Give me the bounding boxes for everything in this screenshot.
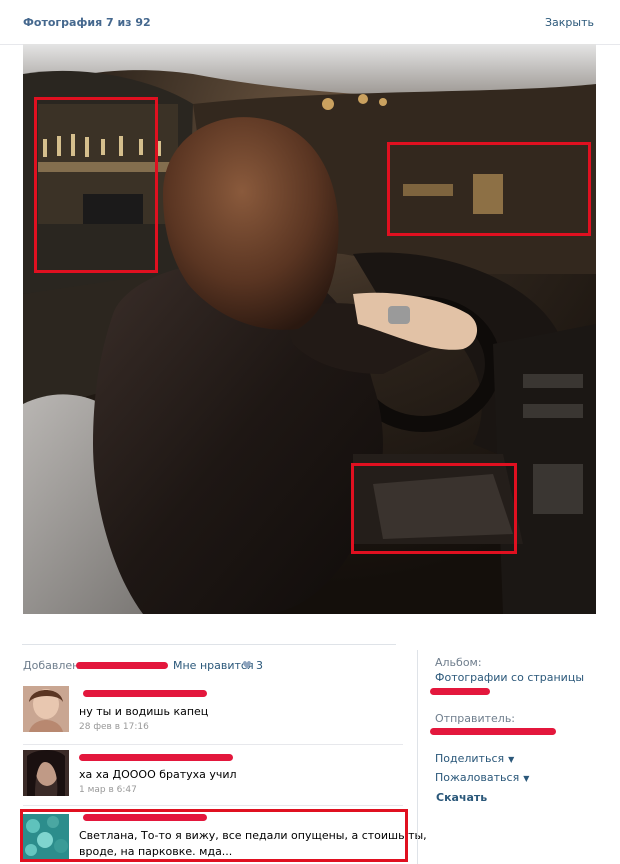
avatar-image [23, 686, 69, 732]
comment-item: ха ха ДОООО братуха учил 1 мар в 6:47 [23, 750, 403, 800]
photo-counter-title: Фотография 7 из 92 [23, 16, 151, 29]
report-button[interactable]: Пожаловаться ▼ [435, 771, 529, 784]
download-link[interactable]: Скачать [436, 791, 487, 804]
close-link[interactable]: Закрыть [545, 16, 594, 29]
album-label: Альбом: [435, 656, 482, 669]
comment-text: ха ха ДОООО братуха учил [79, 768, 237, 781]
highlight-box-pedals [351, 463, 517, 554]
highlight-box-windshield [387, 142, 591, 236]
comment-divider [23, 805, 403, 806]
redacted-name [79, 754, 233, 761]
like-count: 3 [256, 659, 263, 672]
comment-date[interactable]: 28 фев в 17:16 [79, 722, 149, 732]
redacted-author [76, 662, 168, 669]
avatar-image [23, 750, 69, 796]
avatar[interactable] [23, 750, 69, 796]
sidebar-divider [417, 650, 418, 864]
share-label: Поделиться [435, 752, 505, 765]
highlight-box-comment [20, 809, 408, 862]
comment-date[interactable]: 1 мар в 6:47 [79, 785, 137, 795]
viewer-header: Фотография 7 из 92 Закрыть [0, 0, 620, 45]
section-divider [22, 644, 396, 645]
comment-text: ну ты и водишь капец [79, 705, 209, 718]
avatar[interactable] [23, 686, 69, 732]
sender-label: Отправитель: [435, 712, 516, 725]
redacted-sender [430, 728, 556, 735]
report-label: Пожаловаться [435, 771, 520, 784]
comment-divider [23, 744, 403, 745]
highlight-box-window-left [34, 97, 158, 273]
heart-icon[interactable]: ♥ [242, 659, 252, 672]
redacted-name [83, 690, 207, 697]
caret-down-icon: ▼ [523, 774, 530, 783]
caret-down-icon: ▼ [508, 755, 515, 764]
album-link[interactable]: Фотографии со страницы [435, 671, 584, 684]
redacted-album-owner [430, 688, 490, 695]
comment-item: ну ты и водишь капец 28 фев в 17:16 [23, 686, 403, 738]
share-button[interactable]: Поделиться ▼ [435, 752, 514, 765]
